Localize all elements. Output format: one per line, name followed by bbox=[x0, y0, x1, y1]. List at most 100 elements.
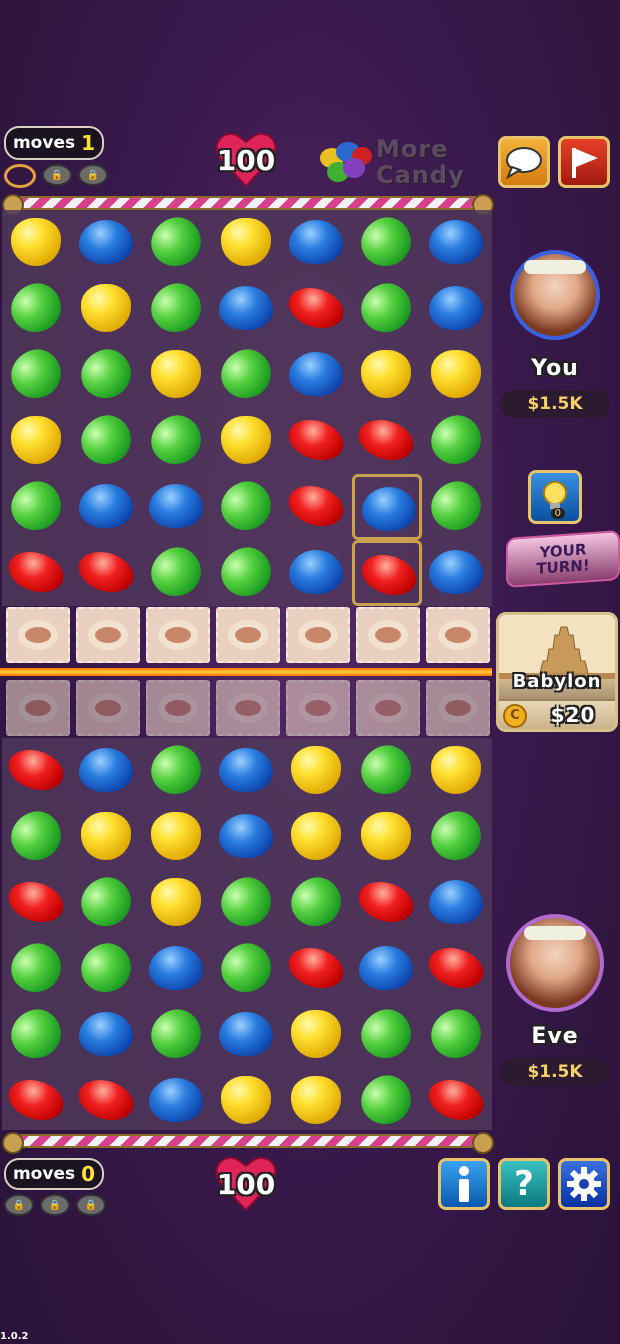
yellow-candy bbox=[431, 746, 481, 794]
yellow-candy bbox=[361, 350, 411, 398]
board-cell[interactable] bbox=[212, 540, 282, 606]
board-cell[interactable] bbox=[352, 408, 422, 474]
red-candy bbox=[73, 545, 139, 599]
more-candy-button[interactable]: More Candy bbox=[318, 134, 478, 192]
board-cell[interactable] bbox=[422, 408, 492, 474]
board-cell[interactable] bbox=[352, 474, 422, 540]
location-name: Babylon bbox=[512, 671, 602, 692]
board-cell[interactable] bbox=[72, 540, 142, 606]
board-cell[interactable] bbox=[2, 474, 72, 540]
hint-button[interactable]: 0 bbox=[528, 470, 582, 524]
green-candy bbox=[74, 408, 138, 472]
board-cell[interactable] bbox=[2, 210, 72, 276]
ring-icon bbox=[438, 693, 478, 723]
green-candy bbox=[144, 408, 208, 472]
board-cell[interactable] bbox=[282, 276, 352, 342]
blocker-tile bbox=[426, 680, 490, 736]
blue-candy bbox=[429, 880, 483, 924]
board-cell[interactable] bbox=[2, 540, 72, 606]
board-cell[interactable] bbox=[422, 276, 492, 342]
board-cell bbox=[72, 936, 142, 1002]
board-cell[interactable] bbox=[212, 210, 282, 276]
yellow-candy bbox=[221, 1076, 271, 1124]
board-cell[interactable] bbox=[142, 276, 212, 342]
board-cell[interactable] bbox=[72, 276, 142, 342]
moves-value: 1 bbox=[81, 131, 96, 155]
board-cell[interactable] bbox=[142, 408, 212, 474]
board-cell[interactable] bbox=[352, 342, 422, 408]
green-candy bbox=[144, 540, 208, 604]
board-cell bbox=[72, 1002, 142, 1068]
board-cell[interactable] bbox=[352, 540, 422, 606]
board-cell[interactable] bbox=[2, 276, 72, 342]
board-cell bbox=[72, 870, 142, 936]
board-cell[interactable] bbox=[142, 342, 212, 408]
board-cell[interactable] bbox=[212, 342, 282, 408]
settings-button[interactable] bbox=[558, 1158, 610, 1210]
board-cell[interactable] bbox=[282, 474, 352, 540]
board-cell[interactable] bbox=[422, 540, 492, 606]
moves-label: moves bbox=[12, 1164, 76, 1184]
help-button[interactable]: ? bbox=[498, 1158, 550, 1210]
board-cell[interactable] bbox=[282, 210, 352, 276]
board-cell[interactable] bbox=[142, 474, 212, 540]
flower-crown bbox=[524, 926, 586, 940]
board-cell[interactable] bbox=[422, 342, 492, 408]
chat-button[interactable] bbox=[498, 136, 550, 188]
hearts-value: 100 bbox=[216, 1167, 276, 1201]
info-button[interactable] bbox=[438, 1158, 490, 1210]
lock-icon: 🔒 bbox=[78, 164, 108, 186]
board-cell bbox=[352, 870, 422, 936]
flag-button[interactable] bbox=[558, 136, 610, 188]
yellow-candy bbox=[151, 878, 201, 926]
board-cell[interactable] bbox=[282, 342, 352, 408]
board-cell[interactable] bbox=[142, 210, 212, 276]
red-candy bbox=[423, 1073, 489, 1127]
board-cell[interactable] bbox=[2, 342, 72, 408]
board-cell[interactable] bbox=[212, 474, 282, 540]
ring-icon bbox=[368, 693, 408, 723]
board-cell bbox=[142, 1068, 212, 1134]
green-candy bbox=[354, 1068, 418, 1132]
player-money: $1.5K bbox=[500, 390, 610, 418]
yellow-candy bbox=[151, 350, 201, 398]
location-card[interactable]: Babylon C $20 bbox=[496, 612, 618, 732]
board-cell[interactable] bbox=[2, 408, 72, 474]
board-cell bbox=[422, 804, 492, 870]
board-cell[interactable] bbox=[212, 408, 282, 474]
board-cell bbox=[142, 804, 212, 870]
location-price: $20 bbox=[550, 703, 596, 727]
green-candy bbox=[144, 276, 208, 340]
opponent-avatar[interactable] bbox=[506, 914, 604, 1012]
board-cell bbox=[282, 804, 352, 870]
player-avatar[interactable] bbox=[510, 250, 600, 340]
board-cell bbox=[282, 870, 352, 936]
green-candy bbox=[144, 738, 208, 802]
ring-icon bbox=[18, 620, 58, 650]
board-cell[interactable] bbox=[72, 474, 142, 540]
blue-candy bbox=[79, 484, 133, 528]
board-cell bbox=[142, 870, 212, 936]
blue-candy bbox=[429, 550, 483, 594]
ring-icon bbox=[368, 620, 408, 650]
board-cell[interactable] bbox=[72, 210, 142, 276]
board-cell[interactable] bbox=[72, 342, 142, 408]
board-cell[interactable] bbox=[352, 276, 422, 342]
board-cell[interactable] bbox=[72, 408, 142, 474]
board-cell[interactable] bbox=[212, 276, 282, 342]
hearts-counter-top: 100 bbox=[214, 130, 278, 190]
board-cell bbox=[422, 1068, 492, 1134]
ring-icon bbox=[158, 620, 198, 650]
board-cell[interactable] bbox=[352, 210, 422, 276]
blue-candy bbox=[429, 286, 483, 330]
blocker-tile bbox=[286, 607, 350, 663]
board-cell bbox=[2, 1068, 72, 1134]
board-cell[interactable] bbox=[142, 540, 212, 606]
board-cell bbox=[282, 738, 352, 804]
board-cell[interactable] bbox=[282, 408, 352, 474]
board-cell[interactable] bbox=[422, 210, 492, 276]
green-candy bbox=[214, 342, 278, 406]
board-cell[interactable] bbox=[282, 540, 352, 606]
lock-icon: 🔒 bbox=[76, 1194, 106, 1216]
board-cell[interactable] bbox=[422, 474, 492, 540]
